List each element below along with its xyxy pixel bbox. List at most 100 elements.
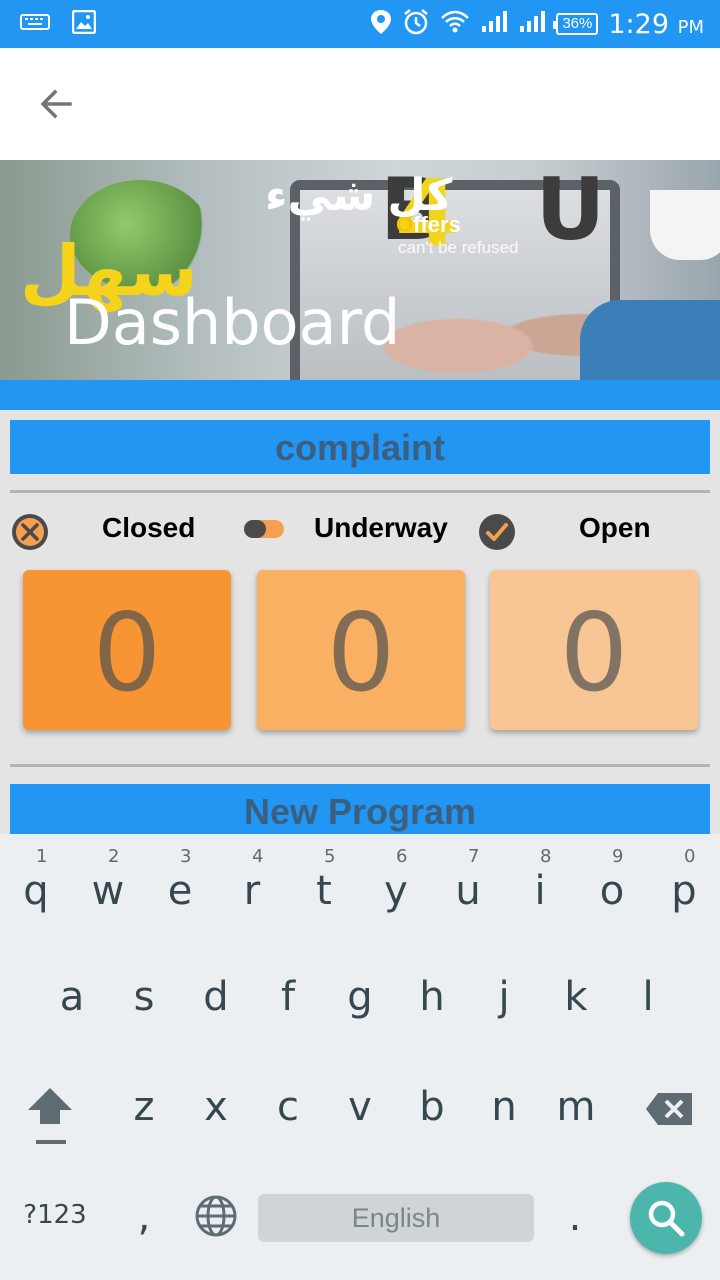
key-label: x bbox=[204, 1084, 228, 1130]
battery-icon: 36% bbox=[553, 13, 599, 35]
key-n[interactable]: n bbox=[474, 1084, 534, 1164]
key-label: g bbox=[347, 974, 373, 1020]
key-d[interactable]: d bbox=[186, 974, 246, 1054]
comma-key[interactable]: , bbox=[126, 1194, 162, 1244]
key-j[interactable]: j bbox=[474, 974, 534, 1054]
divider bbox=[10, 490, 710, 493]
key-z[interactable]: z bbox=[114, 1084, 174, 1164]
key-label: d bbox=[203, 974, 229, 1020]
key-e[interactable]: 3e bbox=[150, 846, 210, 926]
space-key[interactable]: English bbox=[258, 1194, 534, 1242]
app-toolbar bbox=[0, 48, 720, 160]
status-label-open: Open bbox=[579, 512, 651, 543]
key-b[interactable]: b bbox=[402, 1084, 462, 1164]
banner-cup-image bbox=[650, 190, 720, 260]
key-label: h bbox=[419, 974, 445, 1020]
close-circle-icon bbox=[10, 512, 50, 557]
divider bbox=[10, 764, 710, 767]
closed-count-card[interactable]: 0 bbox=[23, 570, 231, 730]
key-w[interactable]: 2w bbox=[78, 846, 138, 926]
key-label: s bbox=[133, 974, 155, 1020]
key-c[interactable]: c bbox=[258, 1084, 318, 1164]
key-u[interactable]: 7u bbox=[438, 846, 498, 926]
key-label: m bbox=[556, 1084, 596, 1130]
key-label: i bbox=[534, 868, 546, 914]
shift-icon bbox=[28, 1088, 72, 1144]
symbols-key[interactable]: ?123 bbox=[18, 1200, 92, 1240]
key-label: o bbox=[599, 868, 625, 914]
key-h[interactable]: h bbox=[402, 974, 462, 1054]
dashboard-content: complaint Closed Underway Open 0 0 0 New… bbox=[0, 410, 720, 838]
arabic-slogan-line1: كل شيء bbox=[265, 171, 453, 220]
backspace-key[interactable] bbox=[642, 1090, 698, 1140]
open-count-card[interactable]: 0 bbox=[490, 570, 698, 730]
key-k[interactable]: k bbox=[546, 974, 606, 1054]
page-title: Dashboard bbox=[64, 286, 401, 359]
image-icon bbox=[71, 9, 97, 39]
key-label: v bbox=[348, 1084, 372, 1130]
globe-icon bbox=[195, 1195, 237, 1237]
backspace-icon bbox=[646, 1093, 692, 1125]
key-label: c bbox=[277, 1084, 299, 1130]
back-button[interactable] bbox=[30, 78, 82, 130]
brand-u: U bbox=[535, 160, 616, 260]
key-label: j bbox=[498, 974, 510, 1020]
key-f[interactable]: f bbox=[258, 974, 318, 1054]
key-label: e bbox=[167, 868, 193, 914]
arrow-back-icon bbox=[40, 89, 72, 119]
key-s[interactable]: s bbox=[114, 974, 174, 1054]
key-label: y bbox=[384, 868, 408, 914]
key-label: t bbox=[316, 868, 332, 914]
key-label: f bbox=[280, 974, 296, 1020]
key-v[interactable]: v bbox=[330, 1084, 390, 1164]
key-label: l bbox=[642, 974, 654, 1020]
signal-icon bbox=[518, 10, 546, 39]
key-q[interactable]: 1q bbox=[6, 846, 66, 926]
key-m[interactable]: m bbox=[546, 1084, 606, 1164]
key-label: p bbox=[671, 868, 697, 914]
status-bar: 36% 1:29 PM bbox=[0, 0, 720, 48]
key-hint: 9 bbox=[612, 846, 624, 867]
key-o[interactable]: 9o bbox=[582, 846, 642, 926]
key-l[interactable]: l bbox=[618, 974, 678, 1054]
dashboard-banner: B U 4 Offers can't be refused كل شيء سهل… bbox=[0, 160, 720, 380]
key-a[interactable]: a bbox=[42, 974, 102, 1054]
key-t[interactable]: 5t bbox=[294, 846, 354, 926]
key-g[interactable]: g bbox=[330, 974, 390, 1054]
shift-key[interactable] bbox=[20, 1084, 80, 1154]
clock: 1:29 PM bbox=[608, 9, 704, 40]
key-i[interactable]: 8i bbox=[510, 846, 570, 926]
key-hint: 4 bbox=[252, 846, 264, 867]
check-circle-icon bbox=[477, 512, 517, 557]
keyboard-icon bbox=[20, 12, 50, 37]
status-label-closed: Closed bbox=[102, 512, 196, 543]
key-hint: 0 bbox=[684, 846, 696, 867]
key-x[interactable]: x bbox=[186, 1084, 246, 1164]
key-label: n bbox=[491, 1084, 517, 1130]
underway-count-card[interactable]: 0 bbox=[257, 570, 465, 730]
toggle-icon bbox=[243, 518, 285, 545]
search-button[interactable] bbox=[630, 1182, 702, 1254]
key-label: k bbox=[564, 974, 588, 1020]
key-hint: 8 bbox=[540, 846, 552, 867]
period-key[interactable]: . bbox=[560, 1194, 590, 1244]
key-hint: 7 bbox=[468, 846, 480, 867]
key-y[interactable]: 6y bbox=[366, 846, 426, 926]
language-key[interactable] bbox=[192, 1194, 240, 1242]
complaint-header[interactable]: complaint bbox=[10, 420, 710, 474]
alarm-icon bbox=[402, 8, 430, 41]
key-hint: 6 bbox=[396, 846, 408, 867]
key-hint: 3 bbox=[180, 846, 192, 867]
key-hint: 2 bbox=[108, 846, 120, 867]
banner-bottom-strip bbox=[0, 380, 720, 410]
key-hint: 1 bbox=[36, 846, 48, 867]
location-icon bbox=[370, 9, 392, 40]
soft-keyboard: 1q2w3e4r5t6y7u8i9o0p asdfghjkl zxcvbnm ?… bbox=[0, 834, 720, 1280]
key-p[interactable]: 0p bbox=[654, 846, 714, 926]
key-r[interactable]: 4r bbox=[222, 846, 282, 926]
search-icon bbox=[648, 1200, 685, 1237]
new-program-header[interactable]: New Program bbox=[10, 784, 710, 838]
key-label: w bbox=[91, 868, 125, 914]
key-label: q bbox=[23, 868, 49, 914]
wifi-icon bbox=[440, 9, 470, 40]
